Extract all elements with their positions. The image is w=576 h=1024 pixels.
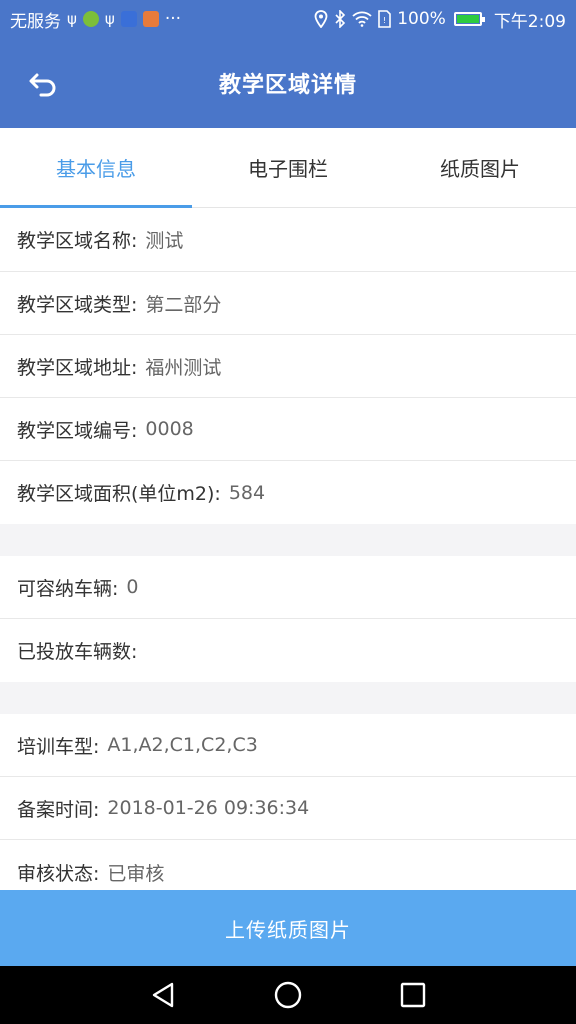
field-value: 福州测试 [145,356,222,379]
app-icon [82,11,99,27]
section-divider [0,524,576,556]
field-row-area: 教学区域面积(单位m2): 584 [0,461,576,524]
field-value: A1,A2,C1,C2,C3 [107,734,258,756]
more-notifications: ··· [164,9,182,29]
field-label: 教学区域地址: [17,356,138,379]
field-label: 培训车型: [17,735,100,758]
field-label: 备案时间: [17,798,100,821]
svg-text:!: ! [383,16,386,25]
back-button[interactable] [22,62,66,106]
nav-back-button[interactable] [141,973,185,1017]
field-row-car-types: 培训车型: A1,A2,C1,C2,C3 [0,714,576,777]
back-icon [29,73,56,97]
field-label: 已投放车辆数: [17,641,138,663]
field-value: 2018-01-26 09:36:34 [107,797,310,819]
field-label: 审核状态: [17,863,100,885]
carrier-text: 无服务 [10,11,61,32]
page-title: 教学区域详情 [218,73,357,98]
usb-icon: ψ [67,9,77,28]
upload-paper-image-button[interactable]: 上传纸质图片 [0,890,576,966]
field-row-deployed: 已投放车辆数: [0,619,576,682]
field-row-review-status: 审核状态: 已审核 [0,840,576,890]
triangle-back-icon [152,982,173,1008]
app-icon [120,11,137,27]
field-label: 教学区域名称: [17,230,138,252]
field-value: 584 [228,481,266,504]
tab-electronic-fence[interactable]: 电子围栏 [192,128,384,207]
field-value: 测试 [145,230,184,252]
detail-list: 教学区域名称: 测试 教学区域类型: 第二部分 教学区域地址: 福州测试 教学区… [0,208,576,890]
battery-percent: 100% [397,9,446,29]
tab-basic-info[interactable]: 基本信息 [0,128,192,208]
tab-paper-images[interactable]: 纸质图片 [384,128,576,207]
field-row-record-time: 备案时间: 2018-01-26 09:36:34 [0,777,576,840]
circle-home-icon [274,981,302,1009]
field-value: 0 [126,576,139,598]
status-bar: 无服务 ψ ψ ··· ! 100% 下午2:09 [0,0,576,38]
location-icon [314,10,328,28]
clock: 下午2:09 [493,11,566,32]
field-label: 教学区域编号: [17,419,138,442]
square-recents-icon [401,982,426,1008]
nav-recents-button[interactable] [391,973,435,1017]
field-label: 教学区域类型: [17,293,138,316]
field-label: 可容纳车辆: [17,577,119,600]
nav-home-button[interactable] [266,973,310,1017]
field-label: 教学区域面积(单位m2): [17,483,221,505]
bluetooth-icon [335,10,346,28]
sim-icon: ! [378,10,392,28]
system-nav-bar [0,966,576,1024]
title-bar: 教学区域详情 [0,38,576,128]
field-row-type: 教学区域类型: 第二部分 [0,272,576,335]
section-divider [0,682,576,714]
field-row-address: 教学区域地址: 福州测试 [0,335,576,398]
field-row-name: 教学区域名称: 测试 [0,208,576,272]
battery-icon [453,12,485,26]
field-value: 第二部分 [145,293,222,316]
field-row-number: 教学区域编号: 0008 [0,398,576,461]
tab-bar: 基本信息 电子围栏 纸质图片 [0,128,576,208]
field-value: 已审核 [107,863,165,885]
field-value: 0008 [145,418,194,440]
app-icon [142,11,159,27]
field-row-capacity: 可容纳车辆: 0 [0,556,576,619]
usb-icon: ψ [104,9,115,28]
wifi-icon [352,11,372,27]
